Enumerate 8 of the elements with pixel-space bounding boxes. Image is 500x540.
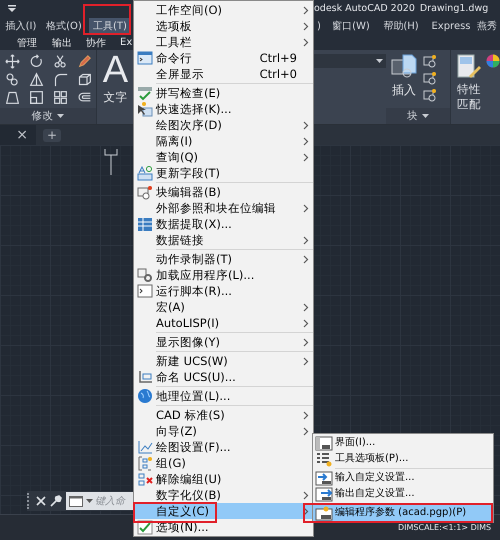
window-title: odesk AutoCAD 2020 <box>314 3 415 14</box>
panel-title: 修改 <box>31 109 54 123</box>
text-tool-label: 文字 <box>103 90 128 105</box>
status-text: DIMSCALE:<1:1> DIMS <box>398 523 492 532</box>
shortcut-label: Ctrl+0 <box>260 67 298 81</box>
document-name: Drawing1.dwg <box>420 3 488 14</box>
shortcut-label: Ctrl+9 <box>260 51 298 65</box>
panel-title: 块 <box>406 109 418 123</box>
